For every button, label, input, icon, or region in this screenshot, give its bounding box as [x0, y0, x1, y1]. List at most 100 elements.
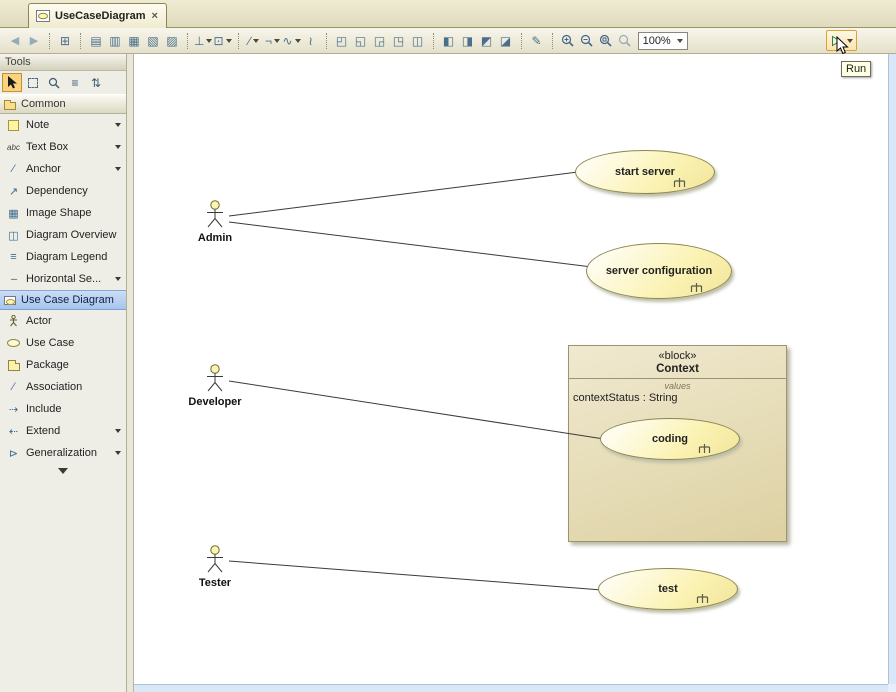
- tool-item-horizontal-separator[interactable]: --- Horizontal Se...: [0, 268, 126, 290]
- text-box-icon: abc: [5, 143, 22, 152]
- align-tool-icon[interactable]: ≡: [65, 73, 85, 92]
- toolbar-separator: [80, 33, 81, 49]
- zoom-tool-icon[interactable]: [44, 73, 64, 92]
- usecase-label: start server: [615, 166, 675, 179]
- align-right-icon[interactable]: ◨: [459, 32, 477, 50]
- order-tool-icon[interactable]: ⇅: [86, 73, 106, 92]
- subdiagram-icon[interactable]: [696, 593, 709, 604]
- quick-layout-icon[interactable]: ⊥: [194, 32, 212, 50]
- tool-item-note[interactable]: Note: [0, 114, 126, 136]
- subdiagram-icon[interactable]: [673, 177, 686, 188]
- marquee-tool-icon[interactable]: [23, 73, 43, 92]
- scrollbar-corner: [888, 684, 896, 692]
- rectilinear-path-icon[interactable]: ¬: [264, 32, 282, 50]
- tool-item-label: Extend: [26, 425, 111, 437]
- dropdown-caret-icon[interactable]: [115, 451, 121, 455]
- section-header-common[interactable]: Common: [0, 94, 126, 114]
- panel-splitter[interactable]: [127, 54, 134, 692]
- toolbar-separator: [238, 33, 239, 49]
- containment-tree-icon[interactable]: ⊞: [56, 32, 74, 50]
- zoom-level-select[interactable]: 100%: [638, 32, 688, 50]
- zoom-in-icon[interactable]: [559, 32, 577, 50]
- clone-icon[interactable]: ▦: [125, 32, 143, 50]
- insert-frame-icon[interactable]: ◱: [352, 32, 370, 50]
- diagram-overview-icon[interactable]: ◫: [409, 32, 427, 50]
- actor-tester[interactable]: Tester: [180, 545, 250, 589]
- tool-item-actor[interactable]: Actor: [0, 310, 126, 332]
- mouse-cursor: [836, 36, 849, 58]
- tool-item-use-case[interactable]: Use Case: [0, 332, 126, 354]
- tool-item-diagram-overview[interactable]: ◫ Diagram Overview: [0, 224, 126, 246]
- forward-icon[interactable]: ▶: [25, 32, 43, 50]
- usecase-server-configuration[interactable]: server configuration: [586, 243, 732, 299]
- tool-item-label: Horizontal Se...: [26, 273, 111, 285]
- subdiagram-icon[interactable]: [698, 443, 711, 454]
- actor-developer[interactable]: Developer: [180, 364, 250, 408]
- tool-item-label: Diagram Legend: [26, 251, 126, 263]
- align-left-icon[interactable]: ◧: [440, 32, 458, 50]
- tool-item-diagram-legend[interactable]: ≡ Diagram Legend: [0, 246, 126, 268]
- zoom-actual-icon[interactable]: [616, 32, 634, 50]
- insert-element-icon[interactable]: ◰: [333, 32, 351, 50]
- tab-usecasediagram[interactable]: UseCaseDiagram ×: [28, 3, 167, 28]
- stamp-icon[interactable]: ▨: [163, 32, 181, 50]
- association-tester-test[interactable]: [229, 561, 602, 590]
- oblique-path-glyph: ∕: [249, 34, 251, 48]
- paste-icon[interactable]: ▥: [106, 32, 124, 50]
- tool-item-label: Diagram Overview: [26, 229, 126, 241]
- usecase-label: test: [658, 583, 678, 596]
- vertical-scrollbar[interactable]: [888, 54, 896, 684]
- tool-item-label: Association: [26, 381, 126, 393]
- copy-icon[interactable]: ▤: [87, 32, 105, 50]
- insert-note-icon[interactable]: ◲: [371, 32, 389, 50]
- usecase-coding[interactable]: coding: [600, 418, 740, 460]
- back-icon[interactable]: ◀: [6, 32, 24, 50]
- zoom-fit-icon[interactable]: [597, 32, 615, 50]
- association-developer-coding[interactable]: [229, 381, 604, 439]
- tool-item-label: Anchor: [26, 163, 111, 175]
- horizontal-scrollbar[interactable]: [134, 684, 888, 692]
- insert-legend-icon[interactable]: ◳: [390, 32, 408, 50]
- zoom-out-icon[interactable]: [578, 32, 596, 50]
- tool-item-text-box[interactable]: abc Text Box: [0, 136, 126, 158]
- oblique-path-icon[interactable]: ∕: [245, 32, 263, 50]
- tool-item-include[interactable]: ⇢ Include: [0, 398, 126, 420]
- tool-item-dependency[interactable]: ↗ Dependency: [0, 180, 126, 202]
- tool-item-label: Text Box: [26, 141, 111, 153]
- duplicate-icon[interactable]: ▧: [144, 32, 162, 50]
- tool-item-extend[interactable]: ⇠ Extend: [0, 420, 126, 442]
- spline-path-icon[interactable]: ≀: [302, 32, 320, 50]
- tool-item-association[interactable]: ∕ Association: [0, 376, 126, 398]
- expand-more-button[interactable]: [0, 464, 126, 478]
- toolbar-separator: [49, 33, 50, 49]
- curved-path-icon[interactable]: ∿: [283, 32, 301, 50]
- tool-item-generalization[interactable]: ⊳ Generalization: [0, 442, 126, 464]
- tool-item-image-shape[interactable]: ▦ Image Shape: [0, 202, 126, 224]
- diagram-canvas[interactable]: «block» Context values contextStatus : S…: [134, 54, 888, 684]
- tab-close-icon[interactable]: ×: [151, 10, 159, 22]
- association-admin-start-server[interactable]: [229, 172, 578, 216]
- usecase-start-server[interactable]: start server: [575, 150, 715, 194]
- subdiagram-icon[interactable]: [690, 282, 703, 293]
- dropdown-caret-icon[interactable]: [115, 145, 121, 149]
- grid-icon[interactable]: ⊡: [213, 32, 231, 50]
- select-tool-icon[interactable]: [2, 73, 22, 92]
- association-admin-server-configuration[interactable]: [229, 222, 592, 267]
- diagram-overview-icon: ◫: [5, 229, 22, 242]
- tool-item-anchor[interactable]: ∕ Anchor: [0, 158, 126, 180]
- dropdown-caret-icon[interactable]: [115, 167, 121, 171]
- edit-properties-icon[interactable]: ✎: [528, 32, 546, 50]
- rectilinear-path-glyph: ¬: [265, 34, 272, 48]
- actor-admin[interactable]: Admin: [180, 200, 250, 244]
- align-bottom-icon[interactable]: ◪: [497, 32, 515, 50]
- folder-icon: [4, 102, 16, 110]
- dropdown-caret-icon[interactable]: [115, 123, 121, 127]
- actor-label: Developer: [188, 396, 241, 408]
- tool-item-package[interactable]: Package: [0, 354, 126, 376]
- align-top-icon[interactable]: ◩: [478, 32, 496, 50]
- section-header-use-case-diagram[interactable]: Use Case Diagram: [0, 290, 126, 310]
- dropdown-caret-icon[interactable]: [115, 429, 121, 433]
- usecase-test[interactable]: test: [598, 568, 738, 610]
- dropdown-caret-icon[interactable]: [115, 277, 121, 281]
- usecase-diagram-icon: [36, 10, 50, 22]
